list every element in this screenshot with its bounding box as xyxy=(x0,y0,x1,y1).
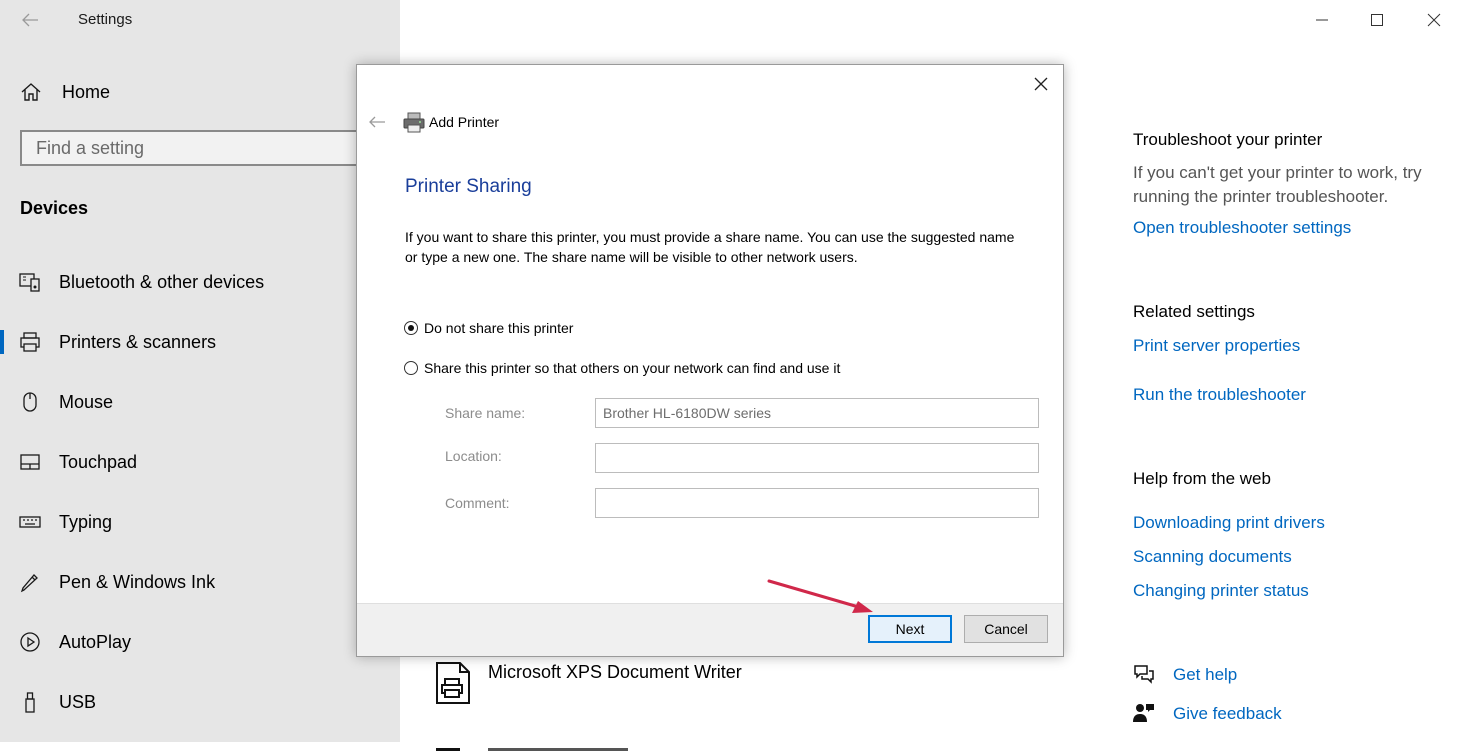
sidebar-item-autoplay[interactable]: AutoPlay xyxy=(0,622,400,662)
dialog-footer: Next Cancel xyxy=(357,603,1063,656)
help-heading: Help from the web xyxy=(1133,469,1271,488)
option-label: Do not share this printer xyxy=(424,320,574,336)
mouse-icon xyxy=(19,391,41,413)
share-printer-option[interactable]: Share this printer so that others on you… xyxy=(404,360,840,376)
sidebar-item-usb[interactable]: USB xyxy=(0,682,400,722)
sidebar-item-label: Printers & scanners xyxy=(59,331,217,352)
dialog-title: Add Printer xyxy=(429,114,500,130)
pen-icon xyxy=(19,571,41,593)
printer-list-item-name[interactable]: Microsoft XPS Document Writer xyxy=(488,662,742,683)
changing-status-link[interactable]: Changing printer status xyxy=(1133,581,1309,601)
troubleshoot-heading: Troubleshoot your printer xyxy=(1133,130,1323,149)
section-title: Devices xyxy=(20,198,89,218)
option-label: Share this printer so that others on you… xyxy=(424,360,841,376)
comment-field[interactable] xyxy=(595,488,1039,518)
downloading-drivers-link[interactable]: Downloading print drivers xyxy=(1133,513,1325,533)
share-printer-radio[interactable] xyxy=(404,361,418,375)
feedback-icon xyxy=(1133,702,1155,724)
sidebar-item-bluetooth[interactable]: Bluetooth & other devices xyxy=(0,262,400,302)
related-settings-heading: Related settings xyxy=(1133,302,1255,321)
settings-sidebar: Settings Home Devices Bluetooth & other … xyxy=(0,0,400,742)
sidebar-item-label: Touchpad xyxy=(59,451,138,472)
home-label: Home xyxy=(62,81,111,102)
search-input[interactable] xyxy=(22,132,358,164)
printer-icon xyxy=(19,331,41,353)
home-nav[interactable]: Home xyxy=(20,80,110,104)
print-server-properties-link[interactable]: Print server properties xyxy=(1133,336,1300,356)
sidebar-item-label: Bluetooth & other devices xyxy=(59,271,265,292)
location-field[interactable] xyxy=(595,443,1039,473)
app-title: Settings xyxy=(78,11,133,28)
scanning-documents-link[interactable]: Scanning documents xyxy=(1133,547,1292,567)
location-label: Location: xyxy=(445,448,502,464)
maximize-icon[interactable] xyxy=(1365,8,1389,32)
dialog-close-icon[interactable] xyxy=(1031,74,1051,94)
sidebar-item-touchpad[interactable]: Touchpad xyxy=(0,442,400,482)
annotation-arrow-icon xyxy=(766,576,876,616)
next-button[interactable]: Next xyxy=(868,615,952,643)
run-troubleshooter-link[interactable]: Run the troubleshooter xyxy=(1133,385,1306,405)
minimize-icon[interactable] xyxy=(1310,8,1334,32)
close-icon[interactable] xyxy=(1422,8,1446,32)
do-not-share-option[interactable]: Do not share this printer xyxy=(404,320,573,336)
document-printer-icon xyxy=(436,662,470,704)
get-help-link[interactable]: Get help xyxy=(1173,665,1237,685)
sidebar-item-label: Typing xyxy=(59,511,113,532)
dialog-description: If you want to share this printer, you m… xyxy=(405,229,1015,265)
help-chat-icon xyxy=(1133,663,1155,685)
sidebar-item-label: Mouse xyxy=(59,391,114,412)
search-box[interactable] xyxy=(20,130,360,166)
bluetooth-devices-icon xyxy=(19,271,41,293)
share-name-field[interactable]: Brother HL-6180DW series xyxy=(595,398,1039,428)
touchpad-icon xyxy=(19,451,41,473)
share-name-label: Share name: xyxy=(445,405,526,421)
comment-label: Comment: xyxy=(445,495,510,511)
printer-icon xyxy=(403,111,425,133)
home-icon xyxy=(20,81,42,103)
do-not-share-radio[interactable] xyxy=(404,321,418,335)
dialog-heading: Printer Sharing xyxy=(405,176,532,197)
partial-list-item xyxy=(436,738,636,751)
sidebar-item-label: AutoPlay xyxy=(59,631,132,652)
sidebar-item-label: Pen & Windows Ink xyxy=(59,571,216,592)
add-printer-dialog: Add Printer Printer Sharing If you want … xyxy=(356,64,1064,657)
back-arrow-icon[interactable] xyxy=(20,10,40,30)
sidebar-item-mouse[interactable]: Mouse xyxy=(0,382,400,422)
keyboard-icon xyxy=(19,511,41,533)
cancel-button[interactable]: Cancel xyxy=(964,615,1048,643)
troubleshoot-text: If you can't get your printer to work, t… xyxy=(1133,163,1422,206)
give-feedback-link[interactable]: Give feedback xyxy=(1173,704,1282,724)
sidebar-item-pen[interactable]: Pen & Windows Ink xyxy=(0,562,400,602)
autoplay-icon xyxy=(19,631,41,653)
dialog-back-icon[interactable] xyxy=(367,113,387,131)
sidebar-item-typing[interactable]: Typing xyxy=(0,502,400,542)
sidebar-item-printers[interactable]: Printers & scanners xyxy=(0,322,400,362)
open-troubleshooter-link[interactable]: Open troubleshooter settings xyxy=(1133,218,1351,238)
usb-icon xyxy=(19,691,41,713)
sidebar-item-label: USB xyxy=(59,691,97,712)
